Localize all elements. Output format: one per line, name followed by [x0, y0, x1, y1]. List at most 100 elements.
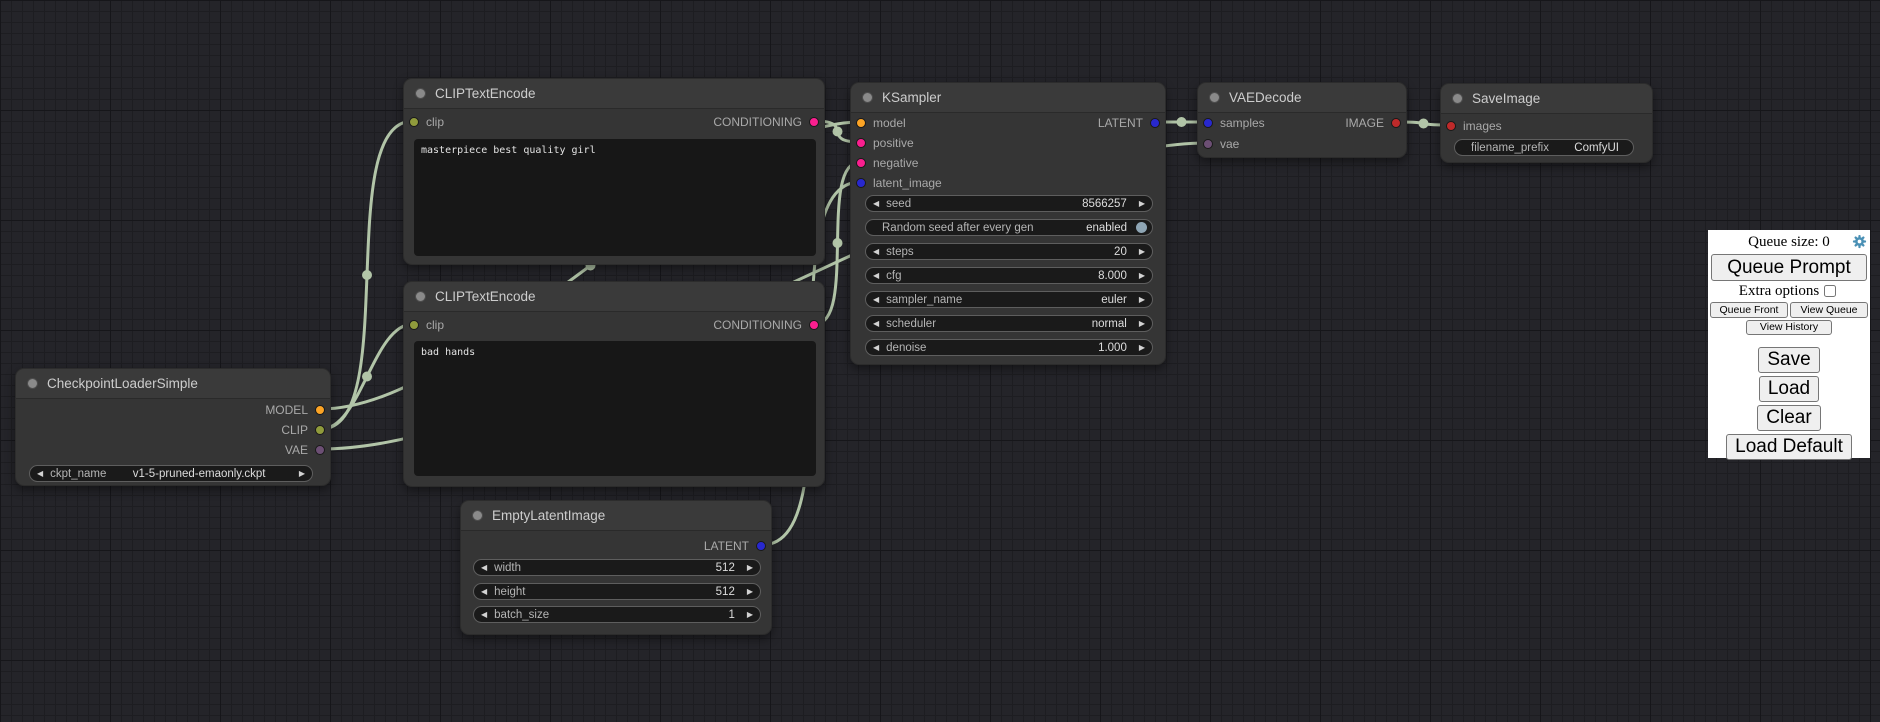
prompt-textarea[interactable]: bad hands — [414, 341, 816, 476]
widget-label: Random seed after every gen — [882, 222, 1034, 234]
widget-value: 512 — [716, 562, 740, 574]
output-slot-latent[interactable] — [756, 541, 766, 551]
increment-arrow-icon[interactable]: ▶ — [1132, 248, 1152, 256]
node-title-bar[interactable]: CLIPTextEncode — [404, 282, 824, 312]
increment-arrow-icon[interactable]: ▶ — [740, 564, 760, 572]
decrement-arrow-icon[interactable]: ◀ — [866, 248, 886, 256]
output-slot-latent[interactable] — [1150, 118, 1160, 128]
node-checkpoint-loader-simple[interactable]: CheckpointLoaderSimple MODEL CLIP VAE ◀ … — [15, 368, 331, 486]
extra-options-checkbox[interactable] — [1824, 285, 1836, 297]
node-title-bar[interactable]: CheckpointLoaderSimple — [16, 369, 330, 399]
output-slot-vae[interactable] — [315, 445, 325, 455]
decrement-arrow-icon[interactable]: ◀ — [866, 320, 886, 328]
node-collapse-dot-icon[interactable] — [862, 92, 873, 103]
output-label: MODEL — [265, 403, 308, 417]
queue-prompt-button[interactable]: Queue Prompt — [1711, 254, 1867, 281]
increment-arrow-icon[interactable]: ▶ — [292, 470, 312, 478]
clear-button[interactable]: Clear — [1757, 405, 1820, 431]
widget-width[interactable]: ◀ width 512 ▶ — [473, 559, 761, 576]
input-slot-latent-image[interactable] — [856, 178, 866, 188]
widget-label: sampler_name — [886, 294, 962, 306]
output-label: VAE — [285, 443, 308, 457]
increment-arrow-icon[interactable]: ▶ — [740, 588, 760, 596]
node-title-bar[interactable]: EmptyLatentImage — [461, 501, 771, 531]
node-empty-latent-image[interactable]: EmptyLatentImage LATENT ◀ width 512 ▶ ◀ … — [460, 500, 772, 635]
link-midpoint-dot[interactable] — [833, 127, 843, 137]
toggle-enabled-icon[interactable] — [1136, 222, 1147, 233]
input-slot-negative[interactable] — [856, 158, 866, 168]
widget-value: normal — [1092, 318, 1132, 330]
increment-arrow-icon[interactable]: ▶ — [1132, 272, 1152, 280]
prompt-textarea[interactable]: masterpiece best quality girl — [414, 139, 816, 256]
decrement-arrow-icon[interactable]: ◀ — [30, 470, 50, 478]
widget-height[interactable]: ◀ height 512 ▶ — [473, 583, 761, 600]
node-title: KSampler — [882, 90, 941, 105]
input-slot-clip[interactable] — [409, 320, 419, 330]
link-midpoint-dot[interactable] — [362, 270, 372, 280]
widget-seed[interactable]: ◀ seed 8566257 ▶ — [865, 195, 1153, 212]
widget-scheduler[interactable]: ◀ scheduler normal ▶ — [865, 315, 1153, 332]
input-slot-positive[interactable] — [856, 138, 866, 148]
node-collapse-dot-icon[interactable] — [472, 510, 483, 521]
decrement-arrow-icon[interactable]: ◀ — [866, 344, 886, 352]
output-slot-conditioning[interactable] — [809, 117, 819, 127]
decrement-arrow-icon[interactable]: ◀ — [866, 296, 886, 304]
load-button[interactable]: Load — [1759, 376, 1819, 402]
view-history-button[interactable]: View History — [1746, 320, 1832, 335]
node-graph-canvas[interactable]: CheckpointLoaderSimple MODEL CLIP VAE ◀ … — [0, 0, 1880, 722]
node-collapse-dot-icon[interactable] — [27, 378, 38, 389]
widget-sampler-name[interactable]: ◀ sampler_name euler ▶ — [865, 291, 1153, 308]
output-slot-image[interactable] — [1391, 118, 1401, 128]
output-slot-conditioning[interactable] — [809, 320, 819, 330]
link-midpoint-dot[interactable] — [1177, 117, 1187, 127]
widget-random-seed-toggle[interactable]: Random seed after every gen enabled — [865, 219, 1153, 236]
node-collapse-dot-icon[interactable] — [1452, 93, 1463, 104]
node-title-bar[interactable]: CLIPTextEncode — [404, 79, 824, 109]
increment-arrow-icon[interactable]: ▶ — [1132, 344, 1152, 352]
node-title: CLIPTextEncode — [435, 86, 536, 101]
output-slot-clip[interactable] — [315, 425, 325, 435]
increment-arrow-icon[interactable]: ▶ — [1132, 200, 1152, 208]
decrement-arrow-icon[interactable]: ◀ — [474, 588, 494, 596]
widget-batch-size[interactable]: ◀ batch_size 1 ▶ — [473, 606, 761, 623]
node-save-image[interactable]: SaveImage images filename_prefix ComfyUI — [1440, 83, 1653, 163]
widget-filename-prefix[interactable]: filename_prefix ComfyUI — [1454, 139, 1634, 156]
node-clip-text-encode-negative[interactable]: CLIPTextEncode clip CONDITIONING bad han… — [403, 281, 825, 487]
node-title-bar[interactable]: KSampler — [851, 83, 1165, 113]
widget-denoise[interactable]: ◀ denoise 1.000 ▶ — [865, 339, 1153, 356]
increment-arrow-icon[interactable]: ▶ — [1132, 296, 1152, 304]
widget-steps[interactable]: ◀ steps 20 ▶ — [865, 243, 1153, 260]
save-button[interactable]: Save — [1758, 347, 1819, 373]
settings-gear-icon[interactable] — [1852, 234, 1867, 249]
output-label: LATENT — [1098, 116, 1143, 130]
node-collapse-dot-icon[interactable] — [415, 291, 426, 302]
queue-front-button[interactable]: Queue Front — [1710, 302, 1788, 318]
link-midpoint-dot[interactable] — [1419, 119, 1429, 129]
node-title-bar[interactable]: SaveImage — [1441, 84, 1652, 114]
node-collapse-dot-icon[interactable] — [415, 88, 426, 99]
input-slot-vae[interactable] — [1203, 139, 1213, 149]
node-clip-text-encode-positive[interactable]: CLIPTextEncode clip CONDITIONING masterp… — [403, 78, 825, 265]
input-slot-model[interactable] — [856, 118, 866, 128]
output-slot-model[interactable] — [315, 405, 325, 415]
link-midpoint-dot[interactable] — [362, 372, 372, 382]
input-label: samples — [1220, 116, 1265, 130]
node-ksampler[interactable]: KSampler model positive negative latent_… — [850, 82, 1166, 365]
decrement-arrow-icon[interactable]: ◀ — [866, 272, 886, 280]
node-vae-decode[interactable]: VAEDecode samples vae IMAGE — [1197, 82, 1407, 158]
link-midpoint-dot[interactable] — [833, 238, 843, 248]
node-collapse-dot-icon[interactable] — [1209, 92, 1220, 103]
input-slot-clip[interactable] — [409, 117, 419, 127]
decrement-arrow-icon[interactable]: ◀ — [866, 200, 886, 208]
node-title-bar[interactable]: VAEDecode — [1198, 83, 1406, 113]
increment-arrow-icon[interactable]: ▶ — [740, 611, 760, 619]
input-slot-samples[interactable] — [1203, 118, 1213, 128]
increment-arrow-icon[interactable]: ▶ — [1132, 320, 1152, 328]
view-queue-button[interactable]: View Queue — [1790, 302, 1868, 318]
widget-cfg[interactable]: ◀ cfg 8.000 ▶ — [865, 267, 1153, 284]
load-default-button[interactable]: Load Default — [1726, 434, 1852, 460]
decrement-arrow-icon[interactable]: ◀ — [474, 564, 494, 572]
input-slot-images[interactable] — [1446, 121, 1456, 131]
decrement-arrow-icon[interactable]: ◀ — [474, 611, 494, 619]
widget-ckpt-name[interactable]: ◀ ckpt_name v1-5-pruned-emaonly.ckpt ▶ — [29, 465, 313, 482]
